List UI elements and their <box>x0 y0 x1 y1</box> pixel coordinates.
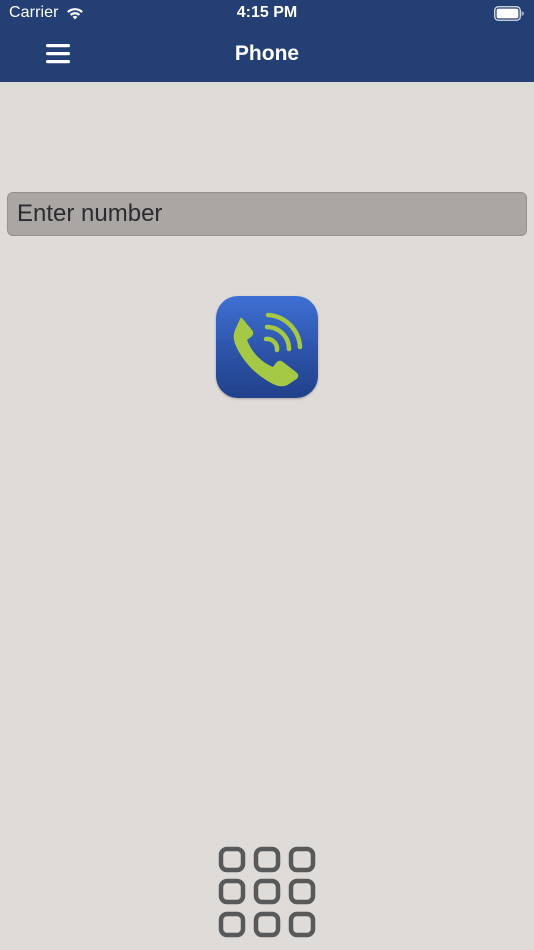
top-bar: Carrier 4:15 PM Phone <box>0 0 534 82</box>
battery-icon <box>494 6 524 21</box>
page-title: Phone <box>234 42 300 65</box>
status-time: 4:15 PM <box>236 4 298 21</box>
phone-number-input[interactable] <box>7 192 527 236</box>
phone-call-icon <box>233 312 303 387</box>
keypad-button[interactable] <box>216 844 318 940</box>
call-button[interactable] <box>216 296 318 398</box>
keypad-grid-icon <box>218 846 316 938</box>
nav-bar: Phone <box>0 28 534 82</box>
status-bar: Carrier 4:15 PM <box>0 0 534 28</box>
